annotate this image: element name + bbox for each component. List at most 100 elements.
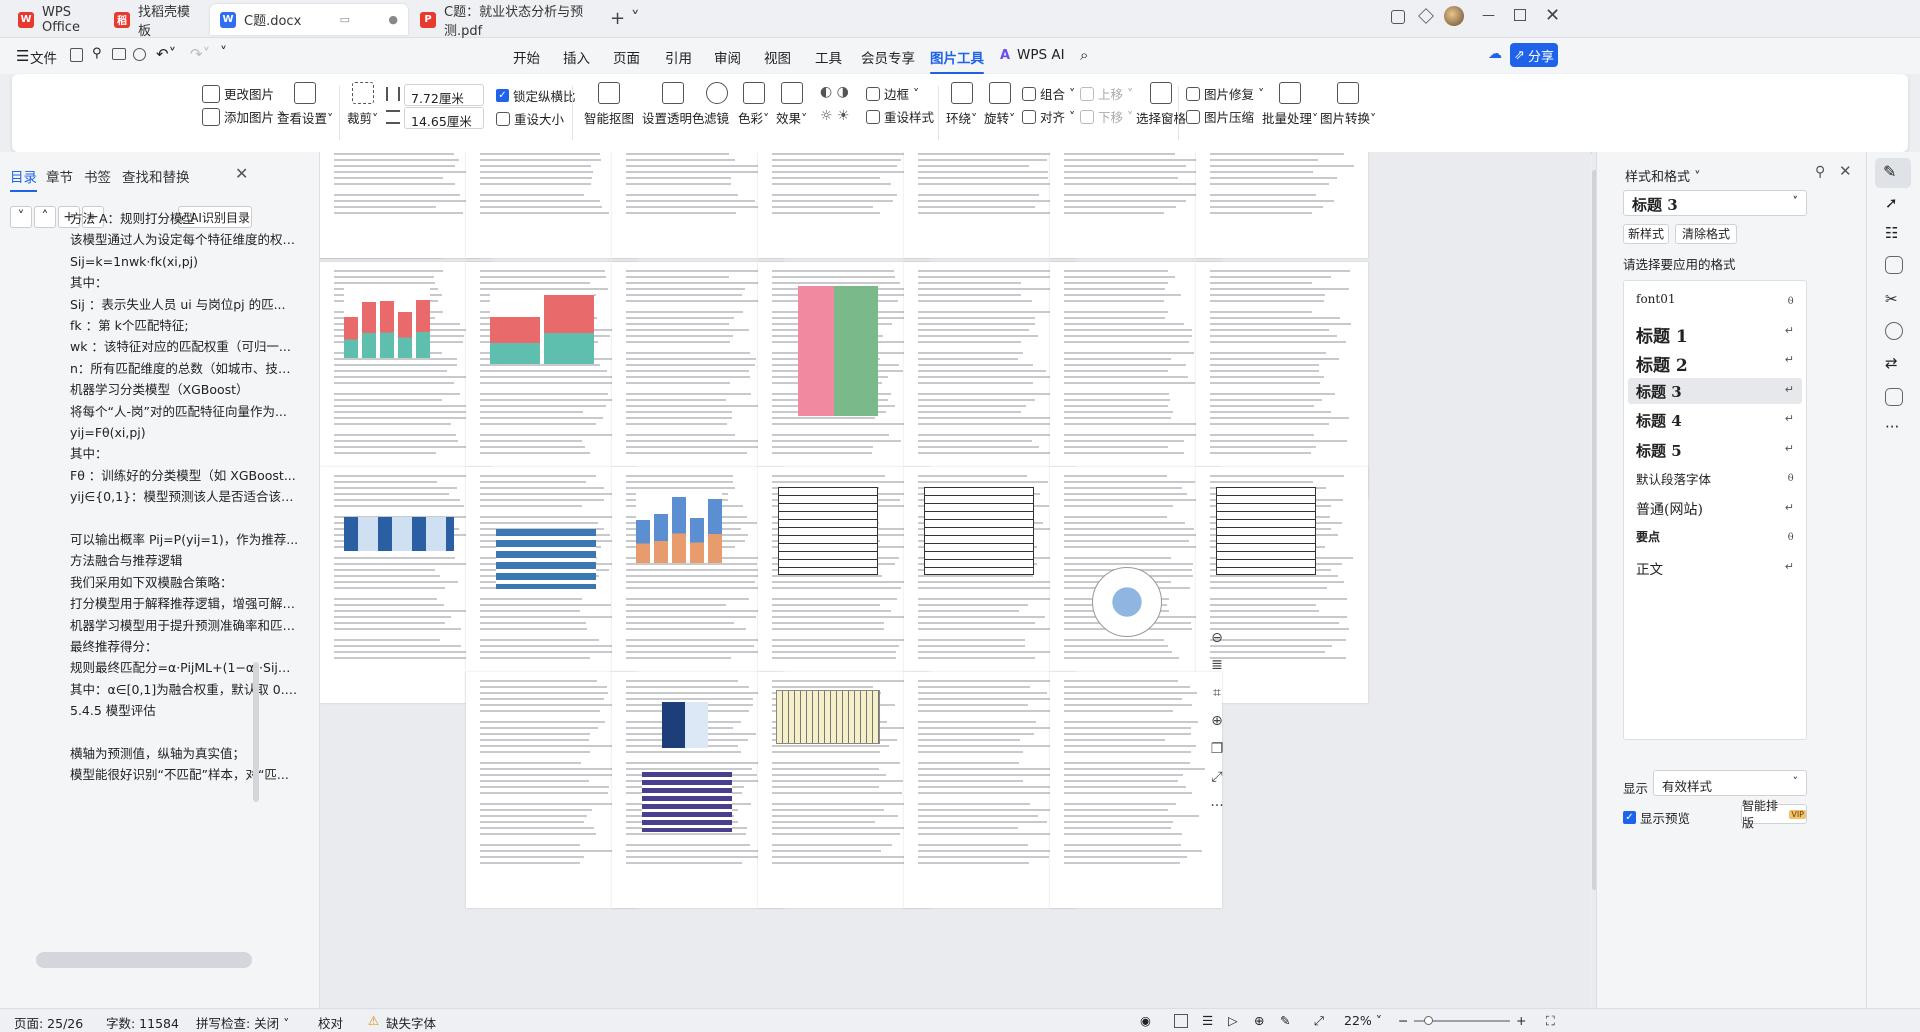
toc-item[interactable]: 将每个“人-岗”对的匹配特征向量作为... xyxy=(70,403,302,421)
expand-button[interactable]: ˄ xyxy=(34,206,56,228)
new-tab-plus-icon[interactable]: + ˅ xyxy=(610,8,640,29)
tab-toc[interactable]: 目录 xyxy=(10,166,37,192)
reset-size-button[interactable]: 重设大小 xyxy=(496,109,564,128)
crop-button[interactable]: 裁剪˅ xyxy=(347,82,378,127)
menu-page[interactable]: 页面 xyxy=(613,47,640,67)
toc-item[interactable]: n：所有匹配维度的总数（如城市、技能... xyxy=(70,360,302,378)
toc-item[interactable]: 横轴为预测值，纵轴为真实值； xyxy=(70,745,302,763)
toc-item[interactable]: 机器学习模型用于提升预测准确率和匹配... xyxy=(70,617,302,635)
tab-bookmarks[interactable]: 书签 xyxy=(84,166,111,186)
menu-tools[interactable]: 工具 xyxy=(815,47,842,67)
export-icon[interactable]: ⚲ xyxy=(92,46,102,61)
close-icon[interactable]: ✕ xyxy=(235,164,248,183)
toc-item[interactable]: 最终推荐得分： xyxy=(70,638,302,656)
lock-ratio-checkbox[interactable]: ✓ 锁定纵横比 xyxy=(496,86,576,105)
close-window-icon[interactable]: ✕ xyxy=(1545,5,1560,26)
tab-find-replace[interactable]: 查找和替换 xyxy=(122,166,190,186)
style-item[interactable]: 标题 1 ↵ xyxy=(1628,319,1802,347)
close-icon[interactable]: ✕ xyxy=(1839,162,1852,180)
height-input[interactable]: 14.65厘米 xyxy=(404,107,484,129)
width-input[interactable]: 7.72厘米 xyxy=(404,84,484,106)
toc-item[interactable]: 其中：α∈[0,1]为融合权重，默认取 0.7... xyxy=(70,681,302,699)
preview-icon[interactable] xyxy=(133,48,146,61)
color-button[interactable]: 色彩˅ xyxy=(738,82,769,127)
cube-icon[interactable] xyxy=(1418,8,1434,24)
toc-item[interactable]: wk ：该特征对应的匹配权重（可归一... xyxy=(70,338,302,356)
redo-icon[interactable]: ↷˅ xyxy=(190,45,210,63)
bring-up-button[interactable]: 上移 ˅ xyxy=(1080,84,1133,103)
style-item[interactable]: 要点 ⍬ xyxy=(1628,525,1802,551)
share-button[interactable]: ⇗ 分享 xyxy=(1510,43,1558,67)
vertical-scrollbar[interactable] xyxy=(253,662,259,802)
smart-cutout-button[interactable]: 智能抠图 xyxy=(584,82,634,127)
toc-item[interactable]: 模型能很好识别“不匹配”样本，对“匹... xyxy=(70,766,302,784)
selected-image[interactable] xyxy=(776,690,880,744)
toc-item[interactable]: 方法融合与推荐逻辑 xyxy=(70,552,302,570)
zoom-out-float-icon[interactable]: ⊖ xyxy=(1204,625,1230,651)
document-canvas[interactable] xyxy=(320,152,1590,1008)
style-item[interactable]: 标题 3 ↵ xyxy=(1628,377,1802,404)
compress-button[interactable]: 图片压缩 xyxy=(1186,107,1254,126)
more-icon[interactable]: ··· xyxy=(1885,418,1899,436)
zoom-out-icon[interactable]: − xyxy=(1398,1013,1408,1028)
web-view-icon[interactable]: ⊕ xyxy=(1254,1013,1264,1028)
menu-file[interactable]: 文件 xyxy=(30,47,57,67)
filter-button[interactable]: 滤镜 xyxy=(704,82,729,127)
toc-item[interactable]: 5.4.5 模型评估 xyxy=(70,702,302,720)
sliders-icon[interactable]: ☷ xyxy=(1885,224,1898,242)
save-icon[interactable] xyxy=(70,48,83,62)
change-picture-button[interactable]: 更改图片 xyxy=(202,84,274,103)
avatar[interactable] xyxy=(1444,6,1464,26)
align-button[interactable]: 对齐 ˅ xyxy=(1022,107,1075,126)
eye-protect-icon[interactable]: ◉ xyxy=(1140,1013,1151,1028)
sync-icon[interactable]: ⇄ xyxy=(1885,354,1898,372)
menu-reference[interactable]: 引用 xyxy=(665,47,692,67)
search-icon[interactable]: ⌕ xyxy=(1080,46,1088,64)
preview-checkbox[interactable]: ✓ 显示预览 xyxy=(1623,808,1690,827)
cursor-icon[interactable]: ➚ xyxy=(1885,194,1898,212)
proofread-button[interactable]: 校对 xyxy=(318,1013,343,1032)
send-down-button[interactable]: 下移 ˅ xyxy=(1080,107,1133,126)
style-item[interactable]: 普通(网站) ↵ xyxy=(1628,496,1802,522)
hamburger-icon[interactable]: ☰ xyxy=(16,47,29,65)
style-item[interactable]: 默认段落字体 ⍬ xyxy=(1628,466,1802,492)
unsaved-dot-icon[interactable]: ● xyxy=(388,13,398,26)
toc-item[interactable]: Fθ ：训练好的分类模型（如 XGBoost... xyxy=(70,467,302,485)
zoom-in-float-icon[interactable]: ⊕ xyxy=(1204,708,1230,734)
style-item[interactable]: 标题 2 ↵ xyxy=(1628,348,1802,376)
menu-view[interactable]: 视图 xyxy=(764,47,791,67)
window-layout-icon[interactable] xyxy=(1391,10,1405,24)
new-style-button[interactable]: 新样式 xyxy=(1623,224,1669,244)
show-select[interactable]: 有效样式 ˅ xyxy=(1653,770,1807,796)
pin-icon[interactable]: ⚲ xyxy=(1815,164,1825,180)
layout-options-icon[interactable]: ≣ xyxy=(1204,652,1230,678)
set-transparent-button[interactable]: 设置透明色 xyxy=(642,82,705,127)
border-button[interactable]: 边框 ˅ xyxy=(866,84,919,103)
toc-item[interactable]: yij∈{0,1}：模型预测该人是否适合该岗位... xyxy=(70,488,302,506)
copy-float-icon[interactable]: ❐ xyxy=(1204,736,1230,762)
crop-float-icon[interactable]: ⌗ xyxy=(1204,680,1230,706)
toc-item[interactable]: 其中： xyxy=(70,445,302,463)
effects-button[interactable]: 效果˅ xyxy=(776,82,807,127)
menu-review[interactable]: 审阅 xyxy=(714,47,741,67)
add-picture-button[interactable]: 添加图片 ˅ xyxy=(202,107,284,126)
menu-wps-ai[interactable]: WPS AI xyxy=(1017,47,1065,63)
batch-button[interactable]: 批量处理˅ xyxy=(1262,82,1318,127)
brightness-icon[interactable]: ◐ ◑ xyxy=(820,84,849,100)
pen-icon[interactable]: ✎ xyxy=(1883,162,1896,181)
undo-icon[interactable]: ↶˅ xyxy=(156,45,176,63)
outline-view-icon[interactable]: ☰ xyxy=(1202,1013,1213,1028)
page-thumbnail[interactable] xyxy=(1050,672,1222,908)
tab-pdf[interactable]: P C题：就业状态分析与预测.pdf xyxy=(410,4,605,39)
zoom-in-icon[interactable]: + xyxy=(1516,1013,1526,1028)
smart-layout-button[interactable]: 智能排版 VIP xyxy=(1741,799,1807,830)
collapse-button[interactable]: ˅ xyxy=(10,206,32,228)
tools-icon[interactable]: ✂ xyxy=(1885,290,1898,308)
group-button[interactable]: 组合 ˅ xyxy=(1022,84,1075,103)
monitor-icon[interactable]: ▭ xyxy=(340,13,350,26)
rotate-button[interactable]: 旋转˅ xyxy=(984,82,1015,127)
convert-button[interactable]: 图片转换˅ xyxy=(1320,82,1376,127)
contrast-icon[interactable]: ☼ ☀ xyxy=(820,108,850,124)
toc-item[interactable]: 可以输出概率 Pij=P(yij=1)，作为推荐... xyxy=(70,531,302,549)
menu-insert[interactable]: 插入 xyxy=(563,47,590,67)
